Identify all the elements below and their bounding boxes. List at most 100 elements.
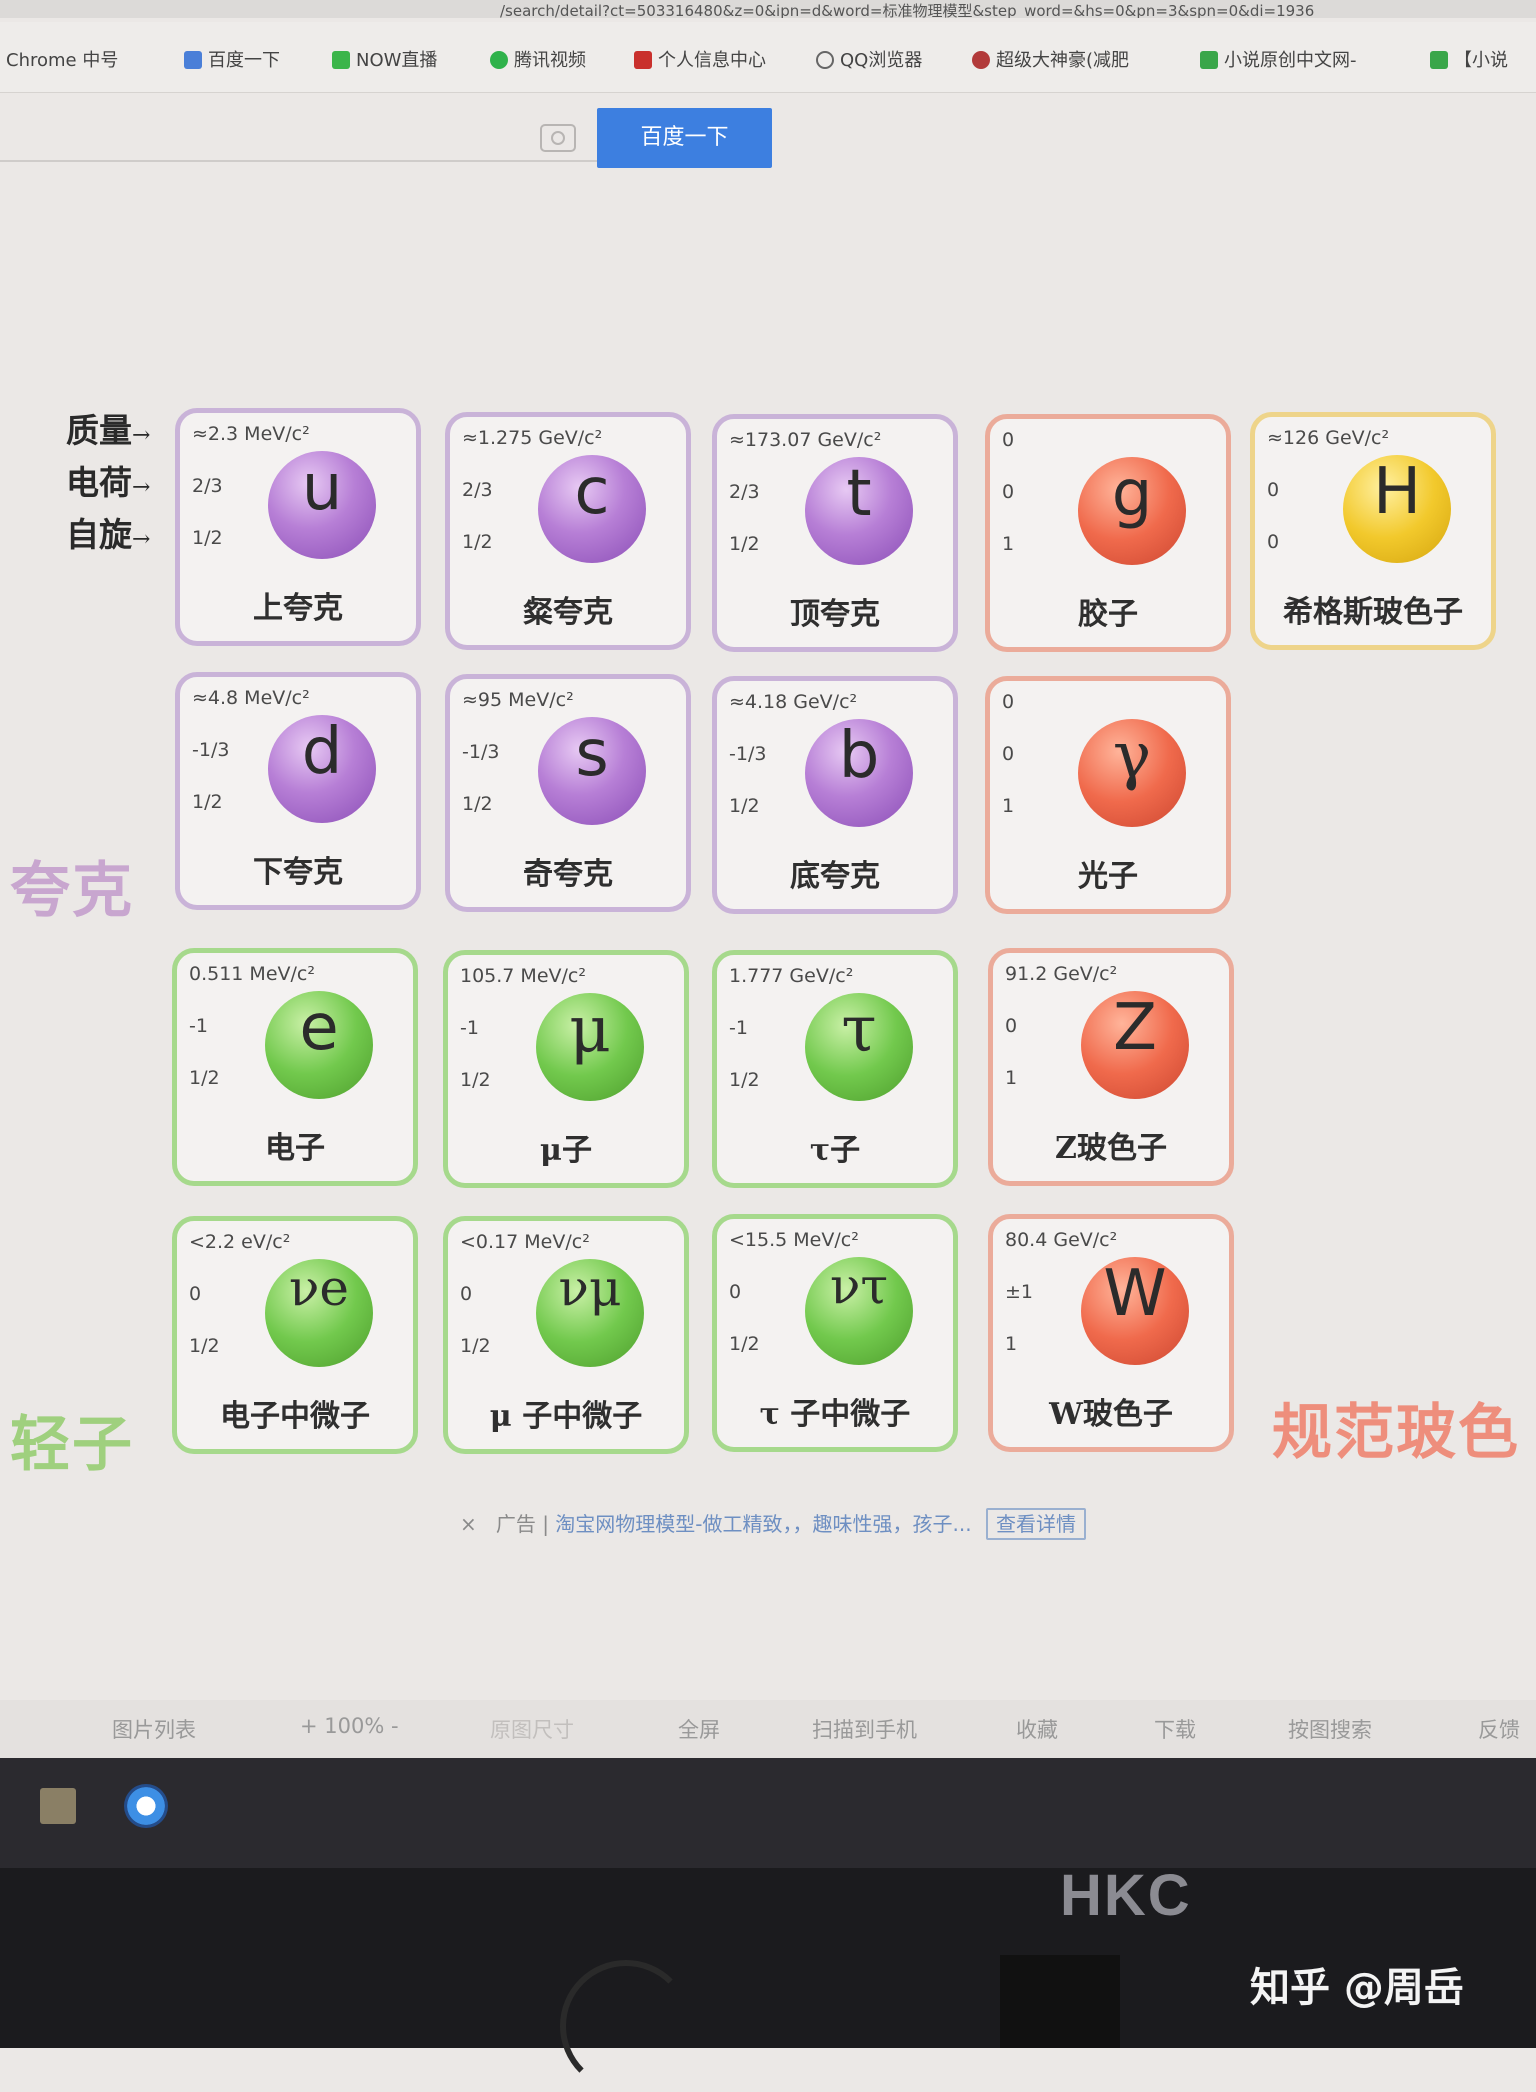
address-bar[interactable]: /search/detail?ct=503316480&z=0&ipn=d&wo… [0, 0, 1536, 18]
particle-name: τ子 [809, 1133, 861, 1168]
mass-value: 105.7 MeV/c² [460, 965, 586, 987]
particle-name: 胶子 [1078, 597, 1138, 632]
bookmark-item[interactable]: 百度一下 [184, 46, 280, 72]
particle-symbol: e [265, 991, 373, 1099]
charge-value: -1 [460, 1017, 479, 1039]
mass-value: 0 [1002, 429, 1015, 451]
particle-symbol: b [805, 719, 913, 827]
mass-value: ≈95 MeV/c² [462, 689, 574, 711]
camera-icon[interactable] [540, 124, 576, 152]
particle-name: 粲夸克 [523, 595, 613, 630]
mass-value: ≈1.275 GeV/c² [462, 427, 603, 449]
particle-symbol: μ [536, 993, 644, 1101]
mass-value: <15.5 MeV/c² [729, 1229, 859, 1251]
charge-value: 0 [1002, 743, 1015, 765]
spin-value: 1/2 [729, 1333, 760, 1355]
fullscreen-button[interactable]: 全屏 [678, 1714, 720, 1744]
particle-card-nutau: <15.5 MeV/c² 0 1/2 ντ τ 子中微子 [712, 1214, 958, 1452]
image-list-button[interactable]: 图片列表 [112, 1714, 196, 1744]
scan-to-phone-button[interactable]: 扫描到手机 [812, 1714, 917, 1744]
novel-site-icon [1200, 51, 1218, 69]
spin-value: 1/2 [729, 533, 760, 555]
mass-value: ≈2.3 MeV/c² [192, 423, 310, 445]
particle-name: 底夸克 [790, 859, 880, 894]
taskbar [0, 1758, 1536, 1868]
particle-symbol: νμ [536, 1259, 644, 1367]
bookmark-item[interactable]: 个人信息中心 [634, 46, 766, 72]
mass-value: ≈126 GeV/c² [1267, 427, 1390, 449]
particle-name: 上夸克 [253, 591, 343, 626]
monitor-stand [1000, 1955, 1120, 2048]
bookmark-item[interactable]: 【小说 [1430, 46, 1508, 72]
play-icon [490, 51, 508, 69]
charge-value: 2/3 [462, 479, 493, 501]
bookmark-item[interactable]: NOW直播 [332, 46, 437, 72]
particle-card-t: ≈173.07 GeV/c² 2/3 1/2 t 顶夸克 [712, 414, 958, 652]
leptons-group-label: 轻子 [10, 1410, 134, 1480]
particle-symbol: s [538, 717, 646, 825]
charge-label: 电荷→ [66, 463, 151, 502]
particle-symbol: g [1078, 457, 1186, 565]
download-button[interactable]: 下载 [1154, 1714, 1196, 1744]
now-live-icon [332, 51, 350, 69]
search-by-image-button[interactable]: 按图搜索 [1288, 1714, 1372, 1744]
mass-value: <0.17 MeV/c² [460, 1231, 590, 1253]
particle-name: 奇夸克 [523, 857, 613, 892]
mass-value: 0.511 MeV/c² [189, 963, 315, 985]
particle-symbol: c [538, 455, 646, 563]
charge-value: ±1 [1005, 1281, 1034, 1303]
particle-card-e: 0.511 MeV/c² -1 1/2 e 电子 [172, 948, 418, 1186]
bookmark-item[interactable]: 超级大神豪(减肥 [972, 46, 1129, 72]
spin-value: 1/2 [189, 1067, 220, 1089]
particle-name: 电子中微子 [220, 1399, 370, 1434]
monitor-brand-logo: HKC [1060, 1863, 1192, 1928]
favorite-button[interactable]: 收藏 [1016, 1714, 1058, 1744]
bookmark-item[interactable]: 小说原创中文网- [1200, 46, 1357, 72]
particle-card-u: ≈2.3 MeV/c² 2/3 1/2 u 上夸克 [175, 408, 421, 646]
ad-link[interactable]: 淘宝网物理模型-做工精致，，趣味性强，孩子... [555, 1512, 971, 1536]
mass-value: ≈4.18 GeV/c² [729, 691, 858, 713]
watermark: 知乎 @周岳 [1250, 1965, 1464, 2011]
browser-taskbar-icon[interactable] [124, 1784, 168, 1828]
arrow-right-icon: → [132, 527, 151, 552]
search-input[interactable] [0, 160, 600, 162]
bookmark-item[interactable]: 腾讯视频 [490, 46, 586, 72]
ad-banner[interactable]: × 广告 | 淘宝网物理模型-做工精致，，趣味性强，孩子... 查看详情 [460, 1508, 1086, 1540]
charge-value: -1 [729, 1017, 748, 1039]
particle-name: W玻色子 [1049, 1397, 1173, 1432]
quarks-group-label: 夸克 [10, 856, 134, 926]
zoom-control[interactable]: + 100% - [300, 1714, 399, 1738]
mass-value: ≈4.8 MeV/c² [192, 687, 310, 709]
spin-value: 1/2 [462, 793, 493, 815]
original-size-button[interactable]: 原图尺寸 [490, 1714, 574, 1744]
particle-card-c: ≈1.275 GeV/c² 2/3 1/2 c 粲夸克 [445, 412, 691, 650]
charge-value: 0 [1005, 1015, 1018, 1037]
taskbar-app-icon[interactable] [40, 1788, 76, 1824]
mass-value: 91.2 GeV/c² [1005, 963, 1118, 985]
particle-card-nue: <2.2 eV/c² 0 1/2 νe 电子中微子 [172, 1216, 418, 1454]
ad-details-button[interactable]: 查看详情 [985, 1508, 1086, 1540]
charge-value: -1/3 [729, 743, 767, 765]
close-icon[interactable]: × [460, 1512, 477, 1536]
charge-value: -1 [189, 1015, 208, 1037]
particle-card-tau: 1.777 GeV/c² -1 1/2 τ τ子 [712, 950, 958, 1188]
particle-name: 顶夸克 [790, 597, 880, 632]
bookmark-item[interactable]: Chrome 中号 [6, 46, 118, 72]
mass-value: 80.4 GeV/c² [1005, 1229, 1118, 1251]
arrow-right-icon: → [132, 423, 151, 448]
particle-name: 希格斯玻色子 [1283, 595, 1463, 630]
particle-card-s: ≈95 MeV/c² -1/3 1/2 s 奇夸克 [445, 674, 691, 912]
search-button[interactable]: 百度一下 [597, 108, 772, 168]
mass-value: <2.2 eV/c² [189, 1231, 291, 1253]
bookmark-item[interactable]: QQ浏览器 [816, 46, 922, 72]
particle-name: μ子 [540, 1133, 592, 1168]
particle-card-b: ≈4.18 GeV/c² -1/3 1/2 b 底夸克 [712, 676, 958, 914]
charge-value: 0 [189, 1283, 202, 1305]
particle-symbol: t [805, 457, 913, 565]
feedback-button[interactable]: 反馈 [1478, 1714, 1520, 1744]
particle-name: τ 子中微子 [759, 1397, 911, 1432]
particle-name: 光子 [1078, 859, 1138, 894]
emblem-icon [634, 51, 652, 69]
ad-label: 广告 [495, 1512, 536, 1536]
spin-value: 1/2 [192, 527, 223, 549]
